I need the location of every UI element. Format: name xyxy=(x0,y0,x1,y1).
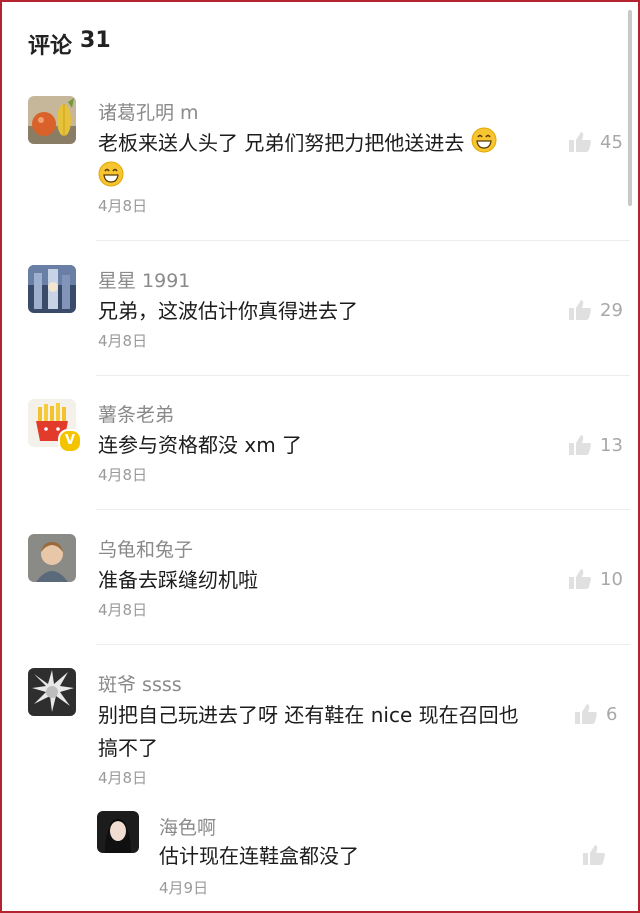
comment-username[interactable]: 星星 1991 xyxy=(98,266,190,293)
like-button[interactable]: 45 xyxy=(568,131,623,153)
comment-text: 别把自己玩进去了呀 还有鞋在 nice 现在召回也 xyxy=(98,703,519,727)
reply-date: 4月9日 xyxy=(159,879,209,897)
anime-avatar-icon[interactable] xyxy=(28,668,76,716)
comment-text: 兄弟，这波估计你真得进去了 xyxy=(98,299,358,323)
comment-text-line2 xyxy=(98,160,124,197)
comment-text: 连参与资格都没 xm 了 xyxy=(98,433,303,457)
like-button[interactable]: 10 xyxy=(568,568,623,590)
like-count: 6 xyxy=(606,703,618,725)
like-button[interactable]: 6 xyxy=(574,703,617,725)
like-count: 10 xyxy=(600,568,623,590)
reply-username[interactable]: 海色啊 xyxy=(159,813,216,840)
like-button[interactable] xyxy=(582,844,606,866)
comment-date: 4月8日 xyxy=(98,466,148,484)
comment-date: 4月8日 xyxy=(98,769,148,787)
comments-panel: 评论 31 诸葛孔明 m 老板来送人头了 兄弟们努把力把他送进去 4月8日 45… xyxy=(0,0,640,913)
thumbs-up-icon xyxy=(583,845,605,865)
fries-avatar-icon[interactable]: V xyxy=(28,399,82,453)
comment-username[interactable]: 薯条老弟 xyxy=(98,400,174,427)
like-button[interactable]: 13 xyxy=(568,434,623,456)
like-count: 29 xyxy=(600,299,623,321)
child-avatar-icon[interactable] xyxy=(28,534,76,582)
comment-username[interactable]: 诸葛孔明 m xyxy=(98,98,199,125)
comment-date: 4月8日 xyxy=(98,332,148,350)
thumbs-up-icon xyxy=(569,132,591,152)
divider xyxy=(96,509,630,510)
verified-badge-label: V xyxy=(64,433,76,448)
comment-username[interactable]: 斑爷 ssss xyxy=(98,670,182,697)
like-count: 45 xyxy=(600,131,623,153)
comment-text-line2: 搞不了 xyxy=(98,736,158,760)
thumbs-up-icon xyxy=(575,704,597,724)
grin-emoji-icon xyxy=(471,127,497,163)
divider xyxy=(96,240,630,241)
comment-date: 4月8日 xyxy=(98,197,148,215)
comments-header: 评论 31 xyxy=(28,28,111,60)
like-count: 13 xyxy=(600,434,623,456)
thumbs-up-icon xyxy=(569,569,591,589)
scrollbar[interactable] xyxy=(628,10,632,206)
divider xyxy=(96,375,630,376)
thumbs-up-icon xyxy=(569,300,591,320)
comment-text-line: 老板来送人头了 兄弟们努把力把他送进去 xyxy=(98,131,465,155)
girl-avatar-icon[interactable] xyxy=(97,811,139,853)
thumbs-up-icon xyxy=(569,435,591,455)
comment-username[interactable]: 乌龟和兔子 xyxy=(98,535,193,562)
comments-count: 31 xyxy=(80,28,111,53)
like-button[interactable]: 29 xyxy=(568,299,623,321)
comment-text: 老板来送人头了 兄弟们努把力把他送进去 xyxy=(98,126,497,163)
photo-avatar-icon[interactable] xyxy=(28,265,76,313)
grin-emoji-icon xyxy=(98,161,124,197)
reply-text: 估计现在连鞋盒都没了 xyxy=(159,844,359,868)
verified-badge-icon: V xyxy=(58,429,82,453)
comments-title: 评论 xyxy=(28,34,73,59)
fruit-avatar-icon[interactable] xyxy=(28,96,76,144)
comment-date: 4月8日 xyxy=(98,601,148,619)
comment-text: 准备去踩缝纫机啦 xyxy=(98,568,258,592)
divider xyxy=(96,644,630,645)
